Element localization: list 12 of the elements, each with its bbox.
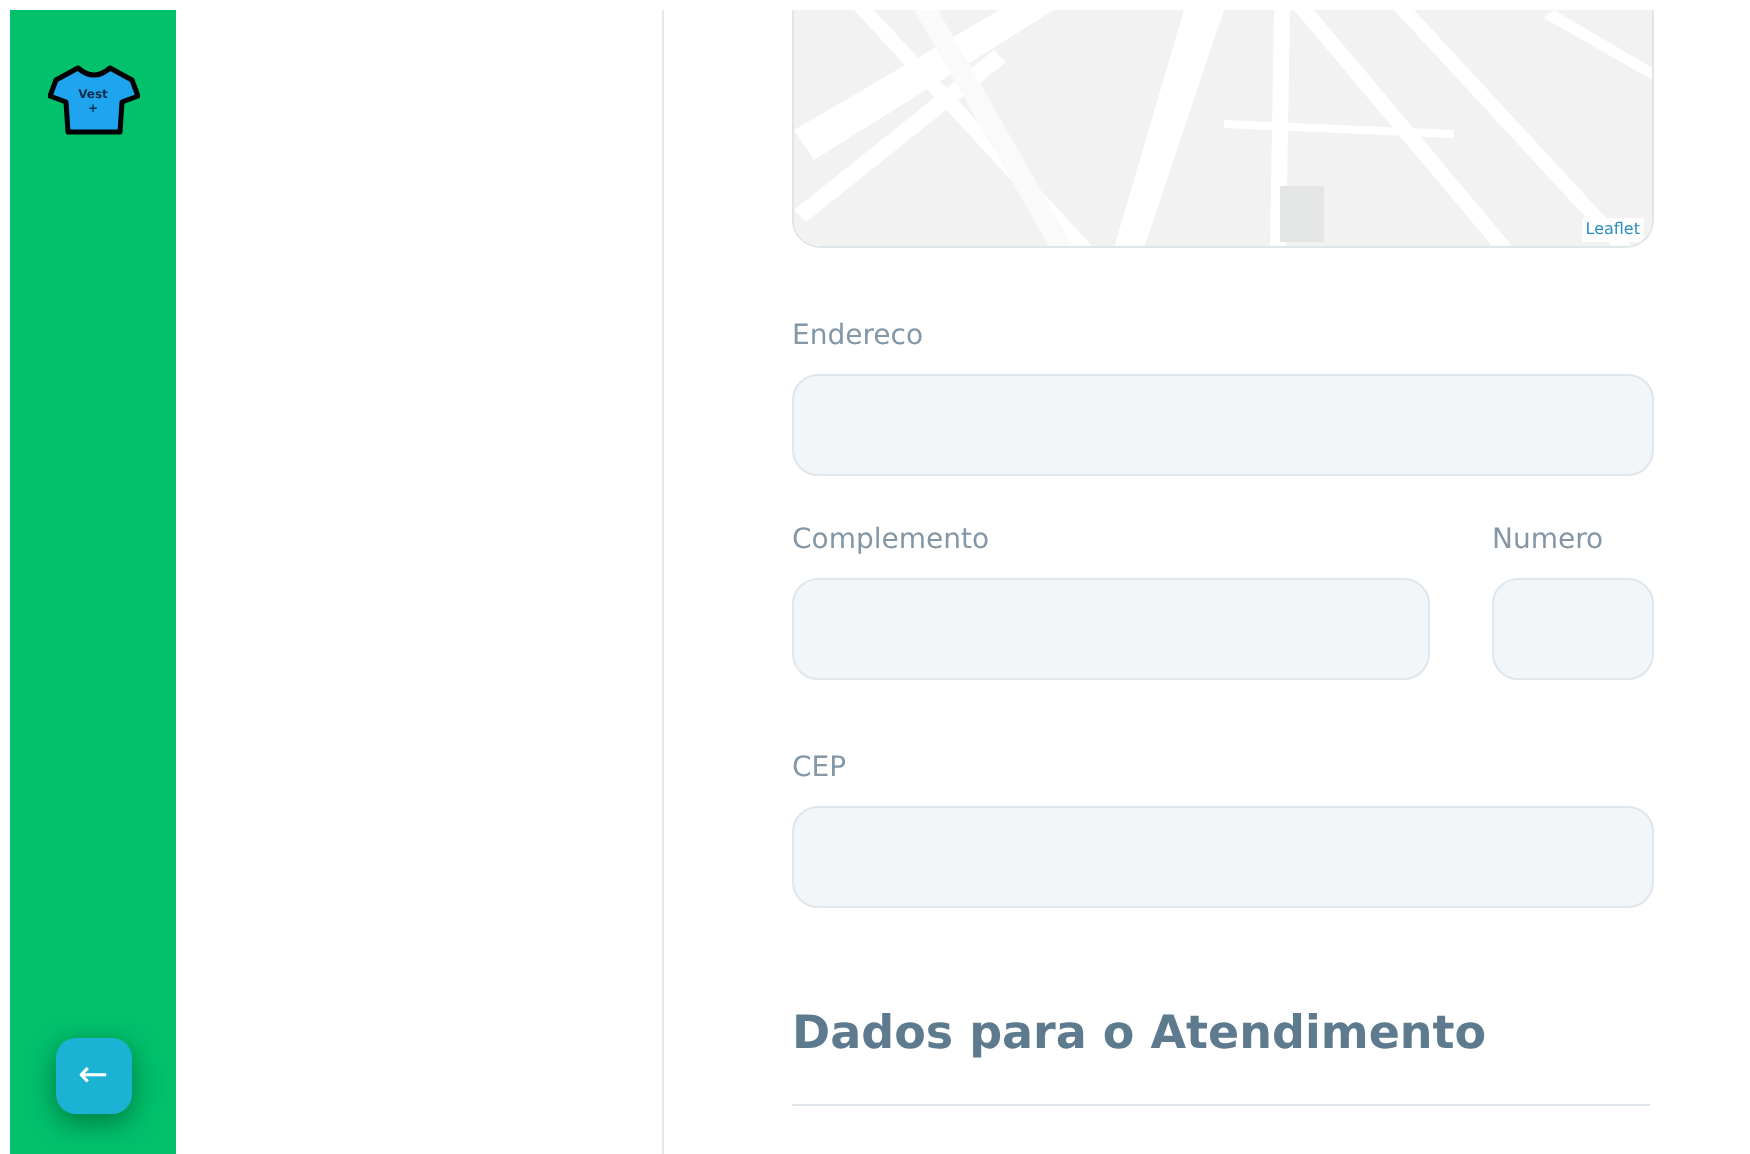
field-label: Endereco (792, 318, 924, 356)
input-field[interactable] (792, 806, 1654, 908)
field-label: Numero (1492, 522, 1604, 560)
section-heading: Dados para o Atendimento (792, 1008, 1489, 1064)
input-field[interactable] (792, 578, 1430, 680)
field-label: Complemento (792, 522, 990, 560)
shirt-icon (47, 62, 139, 138)
attribution-link[interactable]: Leaflet (1581, 218, 1644, 242)
back-button[interactable]: ← (55, 1038, 131, 1114)
input-field[interactable] (1492, 578, 1654, 680)
input-field[interactable] (792, 374, 1654, 476)
field-label: CEP (792, 750, 847, 788)
